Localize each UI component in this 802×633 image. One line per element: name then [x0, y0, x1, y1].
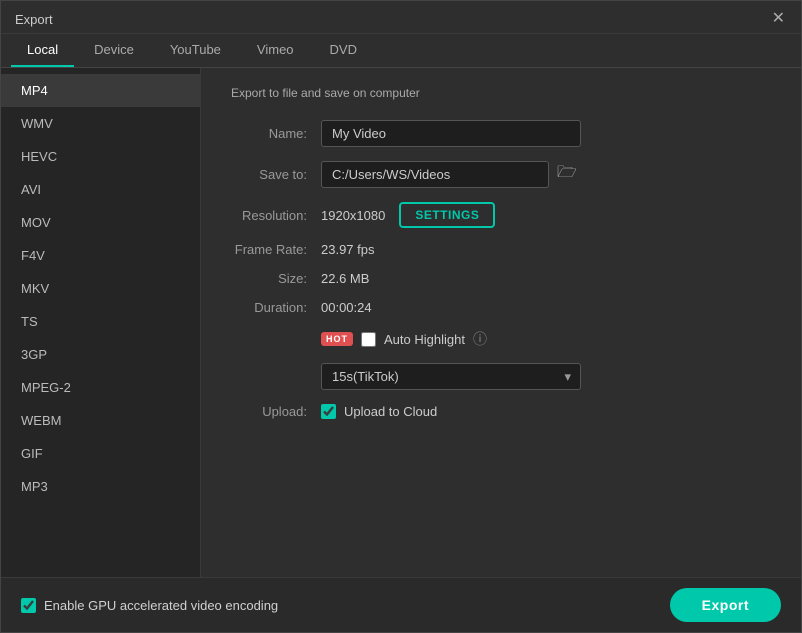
upload-label: Upload: [231, 404, 321, 419]
sidebar-item-wmv[interactable]: WMV [1, 107, 200, 140]
tab-dvd[interactable]: DVD [314, 34, 373, 67]
size-value: 22.6 MB [321, 271, 369, 286]
gpu-checkbox[interactable] [21, 598, 36, 613]
sidebar-item-3gp[interactable]: 3GP [1, 338, 200, 371]
sidebar-item-mov[interactable]: MOV [1, 206, 200, 239]
tab-vimeo[interactable]: Vimeo [241, 34, 310, 67]
duration-row: Duration: 00:00:24 [231, 300, 771, 315]
path-row: 🗁 [321, 161, 577, 188]
tiktok-dropdown-wrapper: 15s(TikTok) 30s 60s Custom [321, 363, 581, 390]
sidebar-item-ts[interactable]: TS [1, 305, 200, 338]
sidebar-item-mkv[interactable]: MKV [1, 272, 200, 305]
frame-rate-value: 23.97 fps [321, 242, 375, 257]
gpu-row: Enable GPU accelerated video encoding [21, 598, 278, 613]
tab-youtube[interactable]: YouTube [154, 34, 237, 67]
path-input[interactable] [321, 161, 549, 188]
export-window: Export ✕ Local Device YouTube Vimeo DVD … [0, 0, 802, 633]
format-sidebar: MP4 WMV HEVC AVI MOV F4V MKV TS 3GP MPEG… [1, 68, 201, 577]
window-title: Export [15, 12, 53, 27]
export-subtitle: Export to file and save on computer [231, 86, 771, 100]
resolution-value-row: 1920x1080 SETTINGS [321, 202, 495, 228]
export-main-panel: Export to file and save on computer Name… [201, 68, 801, 577]
main-content: MP4 WMV HEVC AVI MOV F4V MKV TS 3GP MPEG… [1, 68, 801, 577]
auto-highlight-row: HOT Auto Highlight ⓘ [231, 329, 771, 349]
auto-highlight-checkbox-row: HOT Auto Highlight ⓘ [321, 329, 487, 349]
tiktok-row: 15s(TikTok) 30s 60s Custom [231, 363, 771, 390]
duration-value: 00:00:24 [321, 300, 372, 315]
save-to-label: Save to: [231, 167, 321, 182]
frame-rate-row: Frame Rate: 23.97 fps [231, 242, 771, 257]
resolution-row: Resolution: 1920x1080 SETTINGS [231, 202, 771, 228]
name-row: Name: [231, 120, 771, 147]
sidebar-item-avi[interactable]: AVI [1, 173, 200, 206]
tab-bar: Local Device YouTube Vimeo DVD [1, 34, 801, 68]
settings-button[interactable]: SETTINGS [399, 202, 495, 228]
name-label: Name: [231, 126, 321, 141]
tiktok-dropdown[interactable]: 15s(TikTok) 30s 60s Custom [321, 363, 581, 390]
save-to-row: Save to: 🗁 [231, 161, 771, 188]
hot-badge: HOT [321, 332, 353, 346]
sidebar-item-hevc[interactable]: HEVC [1, 140, 200, 173]
auto-highlight-text: Auto Highlight [384, 332, 465, 347]
export-button[interactable]: Export [670, 588, 781, 622]
sidebar-item-f4v[interactable]: F4V [1, 239, 200, 272]
upload-checkbox-row: Upload to Cloud [321, 404, 437, 419]
close-button[interactable]: ✕ [770, 11, 787, 27]
tab-device[interactable]: Device [78, 34, 150, 67]
size-row: Size: 22.6 MB [231, 271, 771, 286]
folder-icon[interactable]: 🗁 [557, 161, 577, 188]
bottom-bar: Enable GPU accelerated video encoding Ex… [1, 577, 801, 632]
upload-row: Upload: Upload to Cloud [231, 404, 771, 419]
sidebar-item-gif[interactable]: GIF [1, 437, 200, 470]
sidebar-item-mp4[interactable]: MP4 [1, 74, 200, 107]
frame-rate-label: Frame Rate: [231, 242, 321, 257]
title-bar: Export ✕ [1, 1, 801, 34]
help-icon[interactable]: ⓘ [473, 329, 487, 349]
tab-local[interactable]: Local [11, 34, 74, 67]
gpu-label: Enable GPU accelerated video encoding [44, 598, 278, 613]
upload-to-cloud-text: Upload to Cloud [344, 404, 437, 419]
size-label: Size: [231, 271, 321, 286]
sidebar-item-mpeg2[interactable]: MPEG-2 [1, 371, 200, 404]
upload-to-cloud-checkbox[interactable] [321, 404, 336, 419]
resolution-value: 1920x1080 [321, 208, 385, 223]
sidebar-item-webm[interactable]: WEBM [1, 404, 200, 437]
sidebar-item-mp3[interactable]: MP3 [1, 470, 200, 503]
auto-highlight-checkbox[interactable] [361, 332, 376, 347]
name-input[interactable] [321, 120, 581, 147]
duration-label: Duration: [231, 300, 321, 315]
resolution-label: Resolution: [231, 208, 321, 223]
